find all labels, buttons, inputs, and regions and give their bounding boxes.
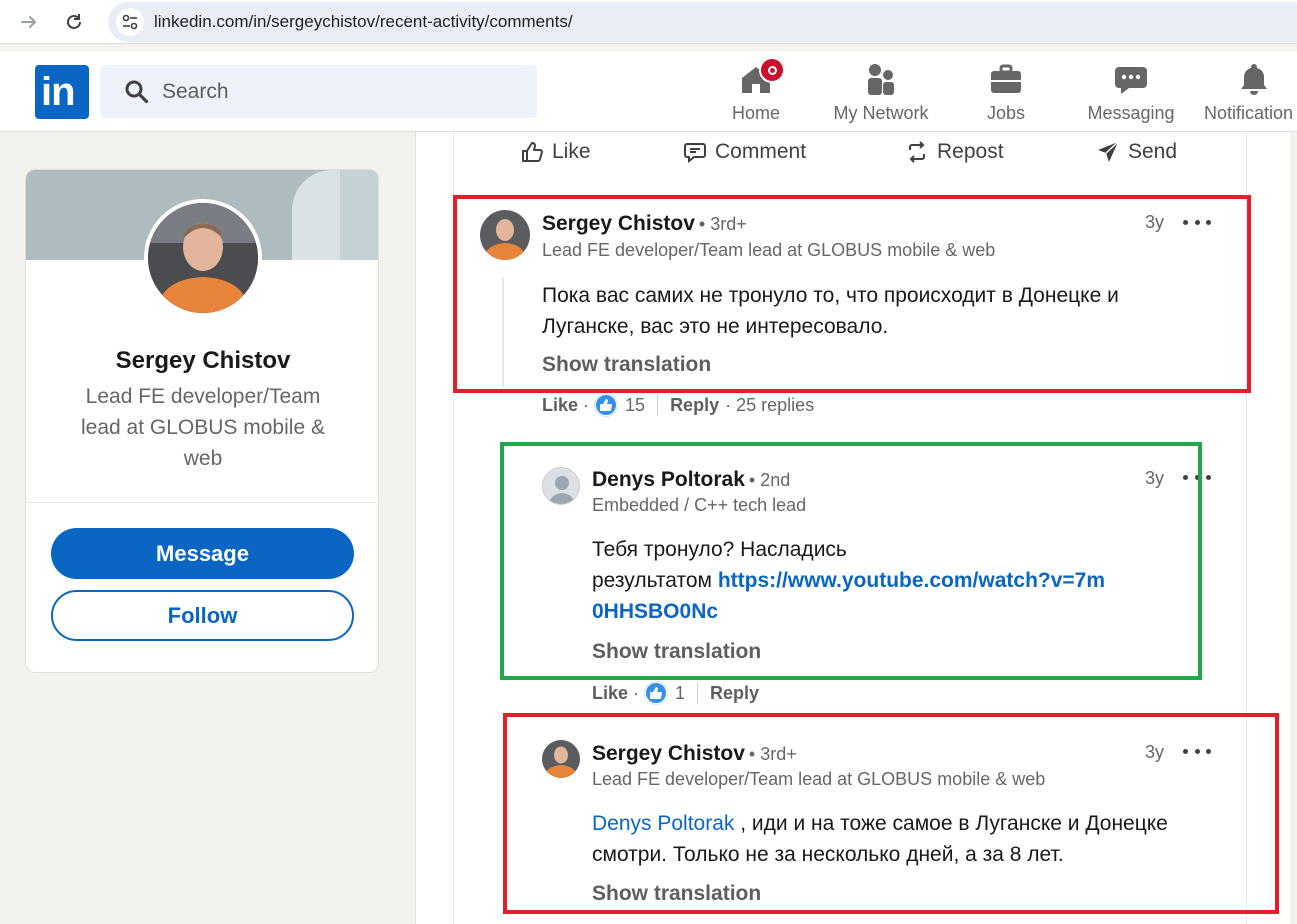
site-settings-icon[interactable] — [116, 8, 144, 36]
like-label: Like — [552, 140, 591, 163]
reaction-count[interactable]: 15 — [625, 395, 645, 416]
send-button[interactable]: Send — [1096, 138, 1177, 166]
follow-button[interactable]: Follow — [51, 590, 354, 641]
highlight-box-red — [503, 713, 1279, 914]
post-action-bar: Like Comment Repost Send — [454, 132, 1248, 172]
briefcase-icon — [988, 61, 1024, 97]
repost-label: Repost — [937, 140, 1004, 163]
linkedin-header: in Home My Network Jobs Messaging Notifi… — [0, 51, 1297, 132]
message-button[interactable]: Message — [51, 528, 354, 579]
repost-button[interactable]: Repost — [905, 138, 1004, 166]
search-icon — [125, 80, 149, 104]
comment-reply-button[interactable]: Reply — [670, 395, 719, 416]
messaging-icon — [1113, 61, 1149, 97]
reload-icon[interactable] — [61, 9, 87, 35]
nav-my-network-label: My Network — [833, 103, 929, 123]
send-label: Send — [1128, 140, 1178, 163]
like-button[interactable]: Like — [520, 138, 591, 166]
separator — [657, 394, 659, 416]
repost-icon — [909, 141, 925, 163]
comment-icon — [684, 143, 706, 164]
comment-actions: Like · 15 Reply · 25 replies — [542, 394, 814, 416]
home-icon — [738, 57, 785, 97]
search-input[interactable] — [162, 65, 522, 118]
nav-messaging-label: Messaging — [1087, 103, 1175, 123]
highlight-box-red — [453, 195, 1251, 393]
profile-name[interactable]: Sergey Chistov — [26, 347, 378, 375]
replies-count[interactable]: · 25 replies — [725, 395, 814, 416]
like-reaction-icon[interactable] — [645, 682, 668, 704]
profile-card: Sergey Chistov Lead FE developer/Team le… — [25, 169, 379, 673]
notification-badge — [759, 57, 785, 83]
separator — [697, 682, 699, 704]
nav-notifications[interactable]: Notification — [1200, 59, 1297, 125]
address-bar[interactable]: linkedin.com/in/sergeychistov/recent-act… — [108, 2, 1297, 42]
linkedin-logo[interactable]: in — [35, 65, 89, 119]
nav-jobs[interactable]: Jobs — [980, 59, 1032, 125]
nav-home-label: Home — [731, 103, 780, 123]
bell-icon — [1236, 61, 1272, 97]
comment-like-button[interactable]: Like — [542, 395, 578, 416]
search-box[interactable] — [100, 65, 537, 118]
browser-toolbar: linkedin.com/in/sergeychistov/recent-act… — [0, 0, 1297, 44]
logo-text: in — [41, 70, 76, 114]
comment-label: Comment — [715, 140, 807, 163]
highlight-box-green — [500, 442, 1202, 680]
send-icon — [1098, 141, 1119, 162]
reply-actions: Like · 1 Reply — [592, 682, 759, 704]
network-icon — [863, 61, 899, 97]
dot-separator: · — [633, 682, 640, 703]
reaction-count[interactable]: 1 — [675, 683, 685, 704]
reply-like-button[interactable]: Like — [592, 683, 628, 704]
nav-messaging[interactable]: Messaging — [1083, 59, 1179, 125]
forward-icon[interactable] — [16, 9, 42, 35]
nav-home[interactable]: Home — [724, 57, 788, 125]
thumbs-up-icon — [522, 142, 543, 162]
like-reaction-icon[interactable] — [595, 394, 618, 416]
divider — [26, 502, 378, 503]
reply-reply-button[interactable]: Reply — [710, 683, 759, 704]
profile-avatar[interactable] — [144, 199, 262, 317]
nav-jobs-label: Jobs — [986, 103, 1026, 123]
profile-headline: Lead FE developer/Team lead at GLOBUS mo… — [81, 385, 325, 470]
nav-my-network[interactable]: My Network — [826, 59, 936, 125]
url-text[interactable]: linkedin.com/in/sergeychistov/recent-act… — [154, 12, 573, 32]
dot-separator: · — [583, 394, 590, 415]
comment-button[interactable]: Comment — [683, 138, 806, 166]
nav-notifications-label: Notification — [1204, 103, 1294, 123]
